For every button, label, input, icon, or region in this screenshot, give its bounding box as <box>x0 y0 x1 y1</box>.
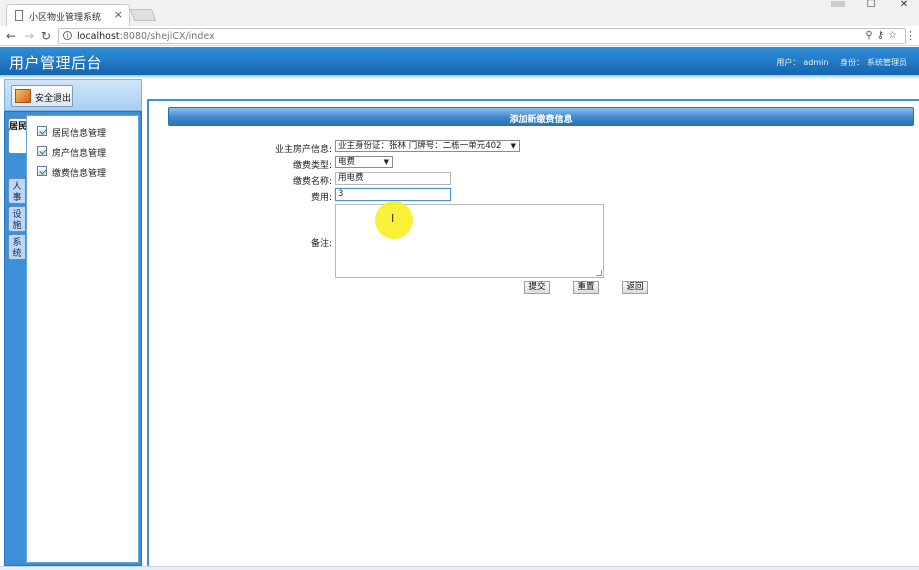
tab-title: 小区物业管理系统 <box>29 13 102 23</box>
sidebar-tabs: 居民 人事 设施 系统 <box>5 112 27 565</box>
url-text: localhost:8080/shejiCX/index <box>77 31 215 42</box>
browser-tab-strip: 小区物业管理系统 × ☐ ✕ <box>0 0 919 26</box>
document-icon <box>37 146 47 156</box>
new-tab-button[interactable] <box>129 9 157 21</box>
user-label: 用户： <box>776 58 801 67</box>
logout-label: 安全退出 <box>35 94 72 104</box>
sidebar: 居民 人事 设施 系统 居民信息管理 房产信息管理 缴费信息管理 <box>4 111 142 566</box>
minimize-icon <box>831 1 846 7</box>
owner-select-value: 业主身份证：张林 门牌号：二栋一单元402 <box>338 141 502 151</box>
sidebar-top: 安全退出 <box>4 79 142 111</box>
form-header: 添加新缴费信息 <box>168 107 914 126</box>
user-info: 用户： admin 身份： 系统管理员 <box>776 57 910 68</box>
dropdown-arrow-icon: ▼ <box>510 142 516 150</box>
text-cursor-icon: I <box>391 212 395 225</box>
tab-close-icon[interactable]: × <box>114 8 123 21</box>
page-icon <box>15 10 23 21</box>
minimize-button[interactable] <box>823 0 853 10</box>
document-icon <box>37 126 47 136</box>
fee-input[interactable]: 3 <box>335 188 451 201</box>
resize-grip-icon[interactable] <box>596 270 602 276</box>
back-icon[interactable]: ← <box>6 29 16 43</box>
role-label: 身份： <box>840 58 864 67</box>
sidebar-item-label: 缴费信息管理 <box>52 169 107 179</box>
omnibox-actions: ⚲⚷☆ <box>865 30 901 41</box>
fee-type-label: 缴费类型: <box>292 161 332 171</box>
user-name: admin <box>803 58 829 67</box>
reset-button[interactable]: 重置 <box>573 281 599 294</box>
role-name: 系统管理员 <box>867 58 907 67</box>
key-icon[interactable]: ⚷ <box>877 30 888 41</box>
fee-type-select-value: 电费 <box>338 157 356 167</box>
fee-name-input[interactable]: 用电费 <box>335 172 451 185</box>
tab-personnel[interactable]: 人事 <box>8 178 25 204</box>
tab-system[interactable]: 系统 <box>8 234 25 260</box>
app-header: 用户管理后台 用户： admin 身份： 系统管理员 <box>0 47 919 75</box>
star-icon[interactable]: ☆ <box>888 30 901 41</box>
owner-label: 业主房产信息: <box>274 145 332 155</box>
sidebar-item-label: 房产信息管理 <box>52 149 107 159</box>
browser-menu-icon[interactable]: ⋮ <box>905 29 916 42</box>
submit-button[interactable]: 提交 <box>524 281 550 294</box>
address-bar-row: ← → ↻ i localhost:8080/shejiCX/index ⚲⚷☆… <box>0 26 919 46</box>
fee-type-select[interactable]: 电费 ▼ <box>335 156 393 168</box>
logout-button[interactable]: 安全退出 <box>11 85 73 107</box>
owner-select[interactable]: 业主身份证：张林 门牌号：二栋一单元402 ▼ <box>335 140 520 152</box>
bottom-bar <box>0 566 919 570</box>
maximize-button[interactable]: ☐ <box>856 0 886 10</box>
url-input[interactable]: i localhost:8080/shejiCX/index ⚲⚷☆ <box>58 28 906 44</box>
fee-label: 费用: <box>310 193 332 203</box>
close-window-button[interactable]: ✕ <box>889 0 919 10</box>
window-controls: ☐ ✕ <box>823 0 919 12</box>
document-icon <box>37 166 47 176</box>
dropdown-arrow-icon: ▼ <box>383 158 389 166</box>
sidebar-menu: 居民信息管理 房产信息管理 缴费信息管理 <box>26 115 139 563</box>
page-title: 用户管理后台 <box>9 54 103 72</box>
forward-icon[interactable]: → <box>24 29 34 43</box>
reload-icon[interactable]: ↻ <box>41 29 51 43</box>
logout-icon <box>15 89 31 103</box>
tab-facilities[interactable]: 设施 <box>8 206 25 232</box>
info-icon[interactable]: i <box>63 31 72 40</box>
zoom-icon[interactable]: ⚲ <box>865 30 876 41</box>
note-label: 备注: <box>310 239 332 249</box>
tab-residents[interactable]: 居民 <box>8 118 27 154</box>
browser-tab[interactable]: 小区物业管理系统 × <box>6 4 130 26</box>
sidebar-item-label: 居民信息管理 <box>52 129 107 139</box>
fee-name-label: 缴费名称: <box>292 177 332 187</box>
main-content <box>147 99 919 566</box>
back-button[interactable]: 返回 <box>622 281 648 294</box>
form-title: 添加新缴费信息 <box>509 115 573 125</box>
